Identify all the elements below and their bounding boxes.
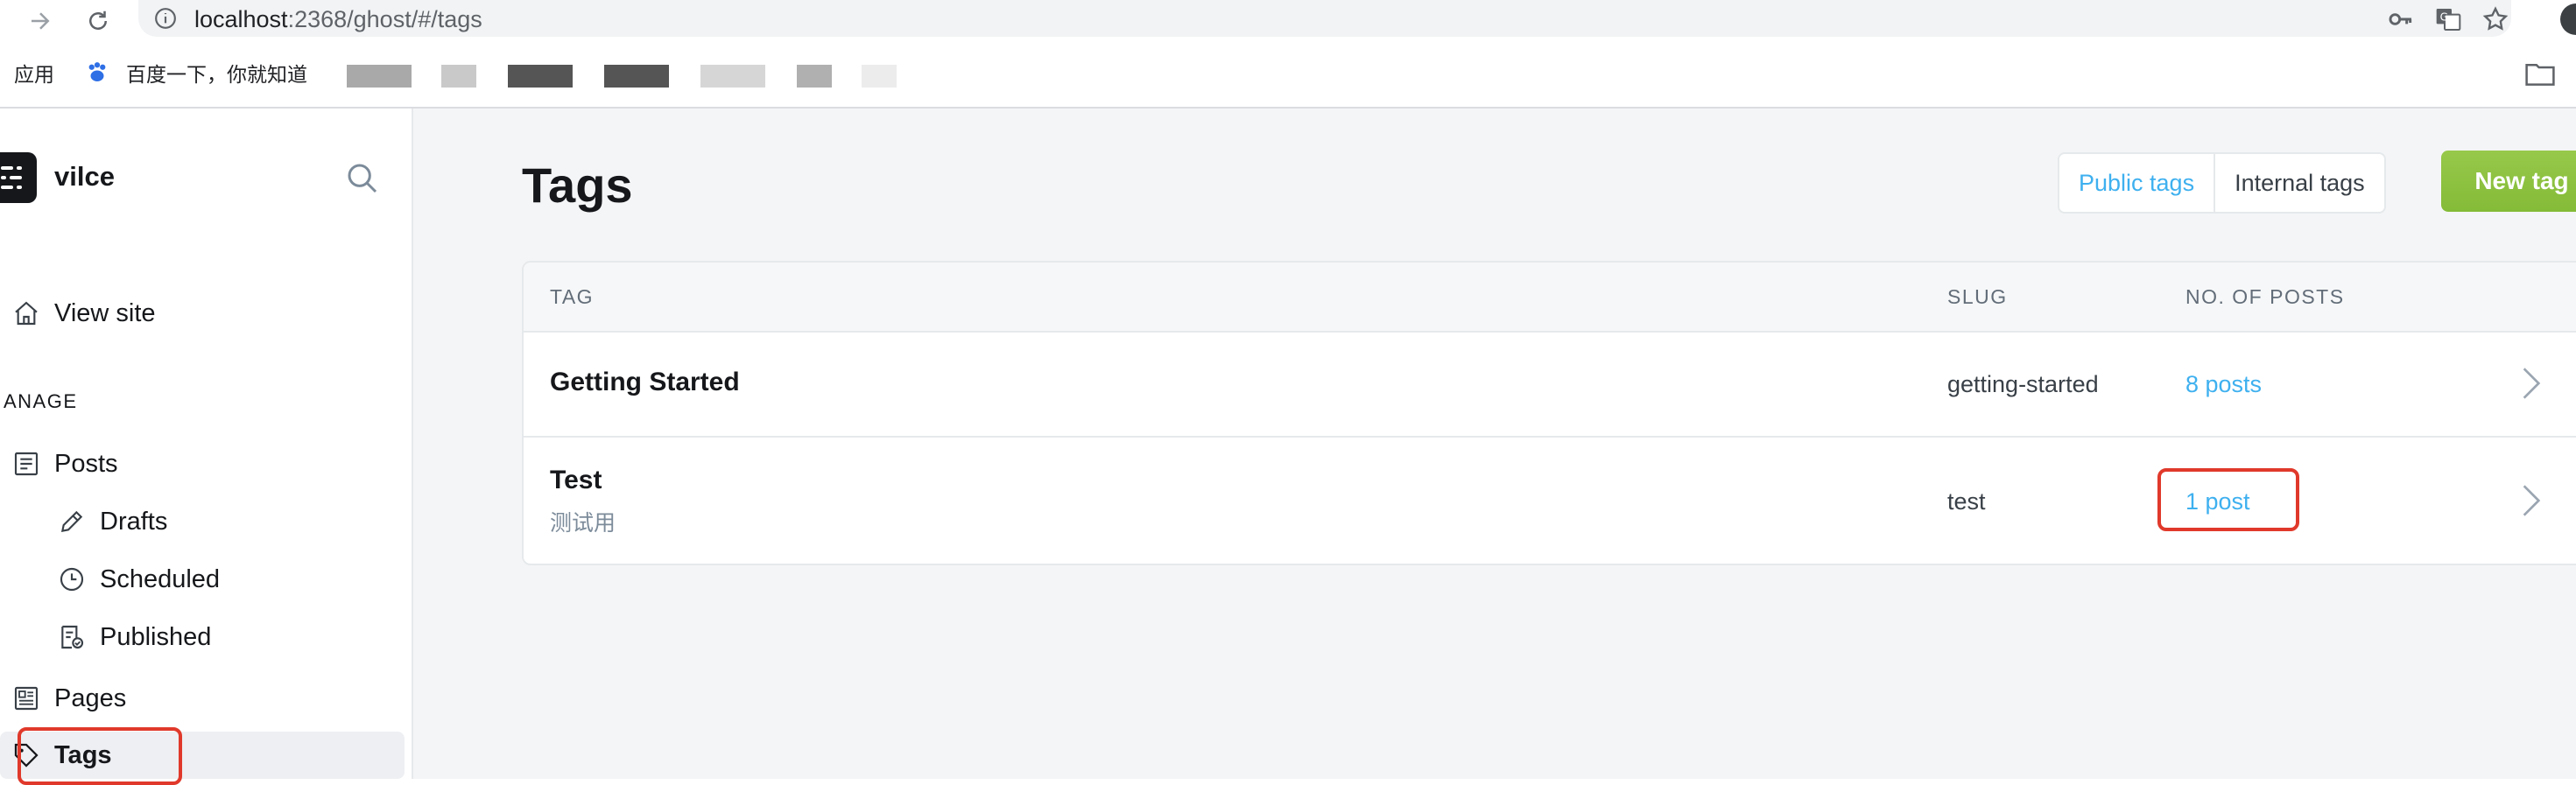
bookmark-baidu[interactable]: 百度一下，你就知道 <box>126 61 307 88</box>
reload-icon[interactable] <box>81 4 116 39</box>
sidebar-item-pages[interactable]: Pages <box>0 674 405 723</box>
tag-type-toggle: Public tags Internal tags <box>2058 152 2386 214</box>
folder-icon[interactable] <box>2525 61 2555 86</box>
header-posts: NO. OF POSTS <box>2185 285 2345 308</box>
bookmark-apps[interactable]: 应用 <box>14 61 54 88</box>
blurred-bookmark[interactable] <box>797 65 832 88</box>
internal-tags-tab[interactable]: Internal tags <box>2214 154 2384 212</box>
blurred-bookmark[interactable] <box>700 65 765 88</box>
sidebar-item-label: Drafts <box>100 507 168 536</box>
chevron-right-icon[interactable] <box>2520 366 2543 401</box>
bookmarks-bar: 应用 百度一下，你就知道 <box>0 42 2576 109</box>
ghost-logo-icon <box>1 166 22 189</box>
tag-description: 测试用 <box>550 511 616 536</box>
chevron-right-icon[interactable] <box>2520 483 2543 518</box>
header-slug: SLUG <box>1947 285 2008 308</box>
star-icon[interactable] <box>2481 5 2509 33</box>
sidebar-item-label: Pages <box>54 683 127 712</box>
new-tag-button[interactable]: New tag <box>2441 151 2576 212</box>
home-icon <box>15 301 38 326</box>
pencil-icon <box>60 510 83 533</box>
clock-icon <box>60 567 84 592</box>
ghost-sidebar: vilce View site ANAGE Posts Drafts Sched… <box>0 109 413 779</box>
annotation-highlight-post-count <box>2157 468 2299 531</box>
table-row[interactable]: Getting Started getting-started 8 posts <box>524 333 2576 438</box>
baidu-paw-icon <box>88 62 106 81</box>
sidebar-item-label: Scheduled <box>100 564 221 593</box>
table-header: TAG SLUG NO. OF POSTS <box>524 263 2576 333</box>
site-logo[interactable] <box>0 152 37 203</box>
address-bar[interactable]: localhost:2368/ghost/#/tags G <box>138 0 2511 37</box>
published-icon <box>61 625 84 649</box>
sidebar-item-drafts[interactable]: Drafts <box>0 497 405 546</box>
site-name[interactable]: vilce <box>54 161 115 193</box>
annotation-highlight-tags <box>18 727 182 785</box>
posts-icon <box>14 452 39 476</box>
blurred-bookmark[interactable] <box>441 65 476 88</box>
tag-name[interactable]: Test <box>550 466 602 495</box>
blurred-bookmark[interactable] <box>347 65 412 88</box>
view-site-link[interactable]: View site <box>0 289 405 338</box>
search-icon[interactable] <box>345 161 380 196</box>
info-icon[interactable] <box>154 7 177 30</box>
pages-icon <box>14 686 39 711</box>
tag-slug: getting-started <box>1947 371 2099 397</box>
tag-slug: test <box>1947 488 1986 515</box>
sidebar-item-posts[interactable]: Posts <box>0 439 405 488</box>
tags-main: Tags Public tags Internal tags New tag T… <box>413 109 2576 779</box>
sidebar-item-published[interactable]: Published <box>0 613 405 662</box>
key-icon[interactable] <box>2387 5 2415 33</box>
browser-toolbar: localhost:2368/ghost/#/tags G <box>0 0 2576 42</box>
blurred-bookmark[interactable] <box>604 65 669 88</box>
tag-post-count[interactable]: 8 posts <box>2185 371 2262 398</box>
page-title: Tags <box>522 158 633 213</box>
header-tag: TAG <box>550 285 595 308</box>
svg-text:G: G <box>2440 11 2448 23</box>
public-tags-tab[interactable]: Public tags <box>2059 154 2214 212</box>
sidebar-item-scheduled[interactable]: Scheduled <box>0 555 405 604</box>
blurred-bookmark[interactable] <box>862 65 897 88</box>
profile-avatar[interactable] <box>2560 4 2576 35</box>
sidebar-item-label: Posts <box>54 449 118 478</box>
forward-arrow-icon[interactable] <box>23 4 58 39</box>
blurred-bookmark[interactable] <box>508 65 573 88</box>
manage-section-title: ANAGE <box>4 390 78 412</box>
tag-name[interactable]: Getting Started <box>550 368 740 397</box>
sidebar-item-label: Published <box>100 622 212 651</box>
url-text: localhost:2368/ghost/#/tags <box>194 6 482 32</box>
translate-icon[interactable]: G <box>2434 5 2462 33</box>
view-site-label: View site <box>54 298 156 327</box>
